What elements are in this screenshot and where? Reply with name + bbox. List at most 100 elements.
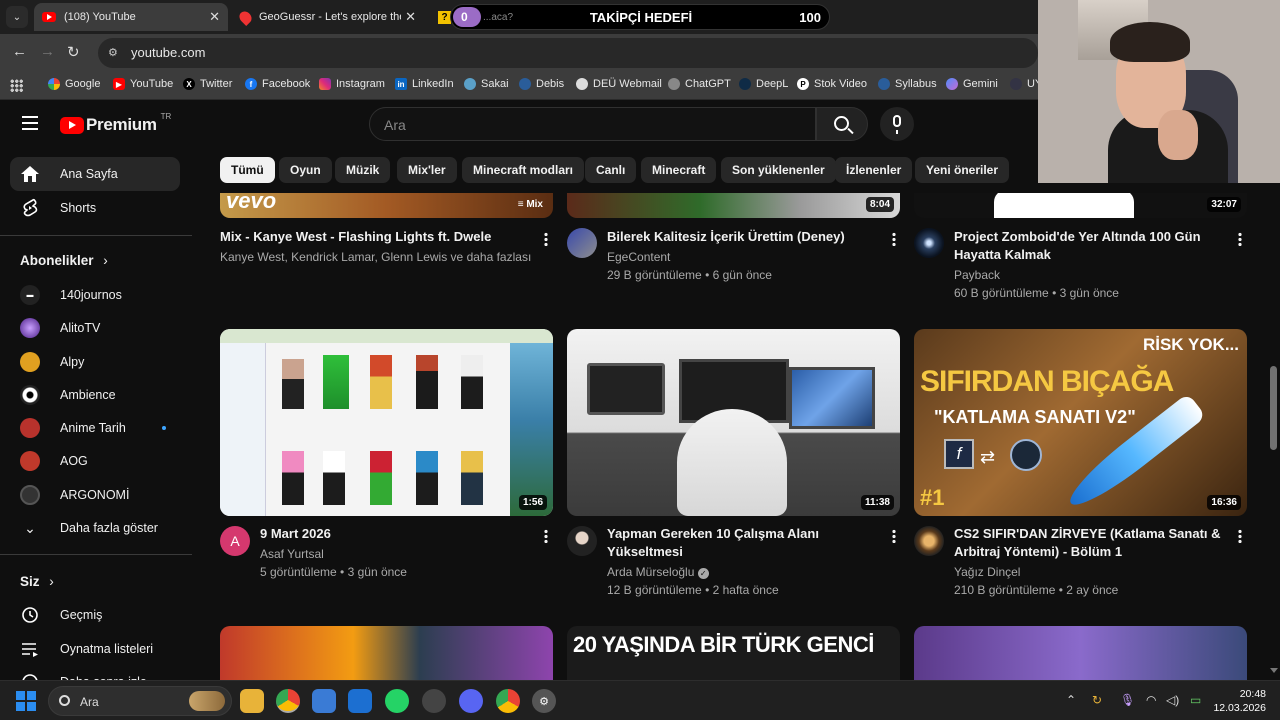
obs-icon[interactable]	[422, 689, 446, 713]
sidebar-sub-140journos[interactable]: ▬ 140journos	[10, 278, 180, 312]
bookmark-google[interactable]: Google	[48, 78, 100, 90]
search-button[interactable]	[816, 107, 868, 141]
video-thumbnail[interactable]	[220, 626, 553, 680]
subscriptions-header[interactable]: Abonelikler ›	[20, 253, 108, 268]
chip-watched[interactable]: İzlenenler	[835, 157, 913, 183]
chip-recently-uploaded[interactable]: Son yüklenenler	[721, 157, 836, 183]
mail-icon[interactable]	[348, 689, 372, 713]
bookmark-gemini[interactable]: Gemini	[946, 78, 998, 90]
video-title[interactable]: Project Zomboid'de Yer Altında 100 Gün H…	[954, 228, 1229, 264]
bookmark-chatgpt[interactable]: ChatGPT	[668, 78, 731, 90]
taskbar-search[interactable]: Ara	[48, 686, 232, 716]
sidebar-sub-anime-tarih[interactable]: Anime Tarih	[10, 411, 180, 445]
video-thumbnail[interactable]: 32:07	[914, 193, 1247, 218]
video-channel[interactable]: Kanye West, Kendrick Lamar, Glenn Lewis …	[220, 248, 531, 266]
microphone-tray-icon[interactable]: 🎙	[1120, 693, 1135, 707]
url-text[interactable]: youtube.com	[131, 45, 205, 60]
back-arrow-icon[interactable]: ←	[12, 43, 27, 60]
store-icon[interactable]	[312, 689, 336, 713]
bookmark-facebook[interactable]: f Facebook	[245, 78, 310, 90]
sync-icon[interactable]: ↻	[1092, 693, 1102, 707]
channel-avatar[interactable]	[914, 228, 944, 258]
video-channel[interactable]: Payback	[954, 266, 1000, 284]
system-clock[interactable]: 20:48 12.03.2026	[1213, 687, 1266, 715]
video-title[interactable]: 9 Mart 2026	[260, 525, 535, 543]
settings-icon[interactable]: ⚙	[532, 689, 556, 713]
chip-live[interactable]: Canlı	[585, 157, 637, 183]
video-title[interactable]: Bilerek Kalitesiz İçerik Ürettim (Deney)	[607, 228, 882, 246]
search-input[interactable]: Ara	[369, 107, 816, 141]
chip-music[interactable]: Müzik	[335, 157, 391, 183]
you-header[interactable]: Siz ›	[20, 574, 54, 589]
sidebar-show-more[interactable]: ⌄ Daha fazla göster	[10, 511, 180, 545]
youtube-premium-logo[interactable]: Premium TR	[60, 112, 171, 135]
video-title[interactable]: Yapman Gereken 10 Çalışma Alanı Yükseltm…	[607, 525, 847, 561]
video-thumbnail[interactable]: RİSK YOK... SIFIRDAN BIÇAĞA "KATLAMA SAN…	[914, 329, 1247, 516]
chip-games[interactable]: Oyun	[279, 157, 332, 183]
volume-icon[interactable]: ◁)	[1166, 693, 1179, 707]
apps-grid-icon[interactable]	[10, 79, 23, 92]
sidebar-item-shorts[interactable]: Shorts	[10, 191, 180, 225]
video-channel[interactable]: Asaf Yurtsal	[260, 545, 324, 563]
sidebar-sub-aog[interactable]: AOG	[10, 444, 180, 478]
bookmark-instagram[interactable]: Instagram	[319, 78, 385, 90]
video-channel[interactable]: Arda Mürseloğlu ✓	[607, 563, 709, 581]
voice-search-button[interactable]	[880, 107, 914, 141]
video-channel[interactable]: Yağız Dinçel	[954, 563, 1020, 581]
file-explorer-icon[interactable]	[240, 689, 264, 713]
wifi-icon[interactable]: ◠	[1146, 693, 1156, 707]
sidebar-sub-argonomi[interactable]: ARGONOMİ	[10, 478, 180, 512]
video-channel[interactable]: EgeContent	[607, 248, 670, 266]
chip-minecraft[interactable]: Minecraft	[641, 157, 717, 183]
video-thumbnail[interactable]: 11:38	[567, 329, 900, 516]
sidebar-sub-alpy[interactable]: Alpy	[10, 345, 180, 379]
video-thumbnail[interactable]: 20 YAŞINDA BİR TÜRK GENCİ	[567, 626, 900, 680]
site-info-icon[interactable]: ⚙	[108, 46, 122, 60]
channel-avatar[interactable]	[567, 526, 597, 556]
bookmark-deu-webmail[interactable]: DEÜ Webmail	[576, 78, 662, 90]
more-options-icon[interactable]	[892, 529, 896, 543]
tab-geoguessr[interactable]: GeoGuessr - Let's explore the w ✕	[232, 3, 424, 31]
sidebar-item-history[interactable]: Geçmiş	[10, 598, 180, 632]
channel-avatar[interactable]	[914, 526, 944, 556]
battery-icon[interactable]: ▭	[1190, 693, 1201, 707]
video-thumbnail[interactable]: 1:56	[220, 329, 553, 516]
reload-icon[interactable]: ↻	[67, 43, 80, 61]
chrome-icon[interactable]	[276, 689, 300, 713]
bookmark-twitter[interactable]: X Twitter	[183, 78, 232, 90]
more-options-icon[interactable]	[892, 232, 896, 246]
more-options-icon[interactable]	[544, 232, 548, 246]
more-options-icon[interactable]	[1238, 232, 1242, 246]
scrollbar-thumb[interactable]	[1270, 366, 1277, 450]
forward-arrow-icon[interactable]: →	[40, 43, 55, 60]
tab-close-icon[interactable]: ✕	[209, 9, 220, 25]
bookmark-youtube[interactable]: ▶ YouTube	[113, 78, 173, 90]
more-options-icon[interactable]	[1238, 529, 1242, 543]
bookmark-sakai[interactable]: Sakai	[464, 78, 509, 90]
tab-close-icon[interactable]: ✕	[405, 9, 416, 25]
chip-new-to-you[interactable]: Yeni öneriler	[915, 157, 1010, 183]
chrome-profile-icon[interactable]	[496, 689, 520, 713]
chip-minecraft-mods[interactable]: Minecraft modları	[462, 157, 585, 183]
more-options-icon[interactable]	[544, 529, 548, 543]
bookmark-deepl[interactable]: DeepL	[739, 78, 788, 90]
tab-search-button[interactable]: ⌄	[6, 6, 28, 28]
tab-youtube[interactable]: (108) YouTube ✕	[34, 3, 228, 31]
channel-avatar[interactable]	[567, 228, 597, 258]
channel-avatar[interactable]: A	[220, 526, 250, 556]
sidebar-item-home[interactable]: Ana Sayfa	[10, 157, 180, 191]
bookmark-linkedin[interactable]: in LinkedIn	[395, 78, 454, 90]
sidebar-item-playlists[interactable]: Oynatma listeleri	[10, 632, 180, 666]
video-thumbnail[interactable]: vevo ≡ Mix	[220, 193, 553, 218]
discord-icon[interactable]	[459, 689, 483, 713]
chip-all[interactable]: Tümü	[220, 157, 275, 183]
windows-start-icon[interactable]	[16, 691, 36, 711]
video-title[interactable]: Mix - Kanye West - Flashing Lights ft. D…	[220, 228, 520, 246]
chip-mixes[interactable]: Mix'ler	[397, 157, 457, 183]
bookmark-debis[interactable]: Debis	[519, 78, 564, 90]
bookmark-syllabus[interactable]: Syllabus	[878, 78, 937, 90]
video-thumbnail[interactable]: 8:04	[567, 193, 900, 218]
bookmark-stok-video[interactable]: P Stok Video	[797, 78, 867, 90]
sidebar-sub-ambience[interactable]: Ambience	[10, 378, 180, 412]
video-title[interactable]: CS2 SIFIR'DAN ZİRVEYE (Katlama Sanatı & …	[954, 525, 1229, 561]
